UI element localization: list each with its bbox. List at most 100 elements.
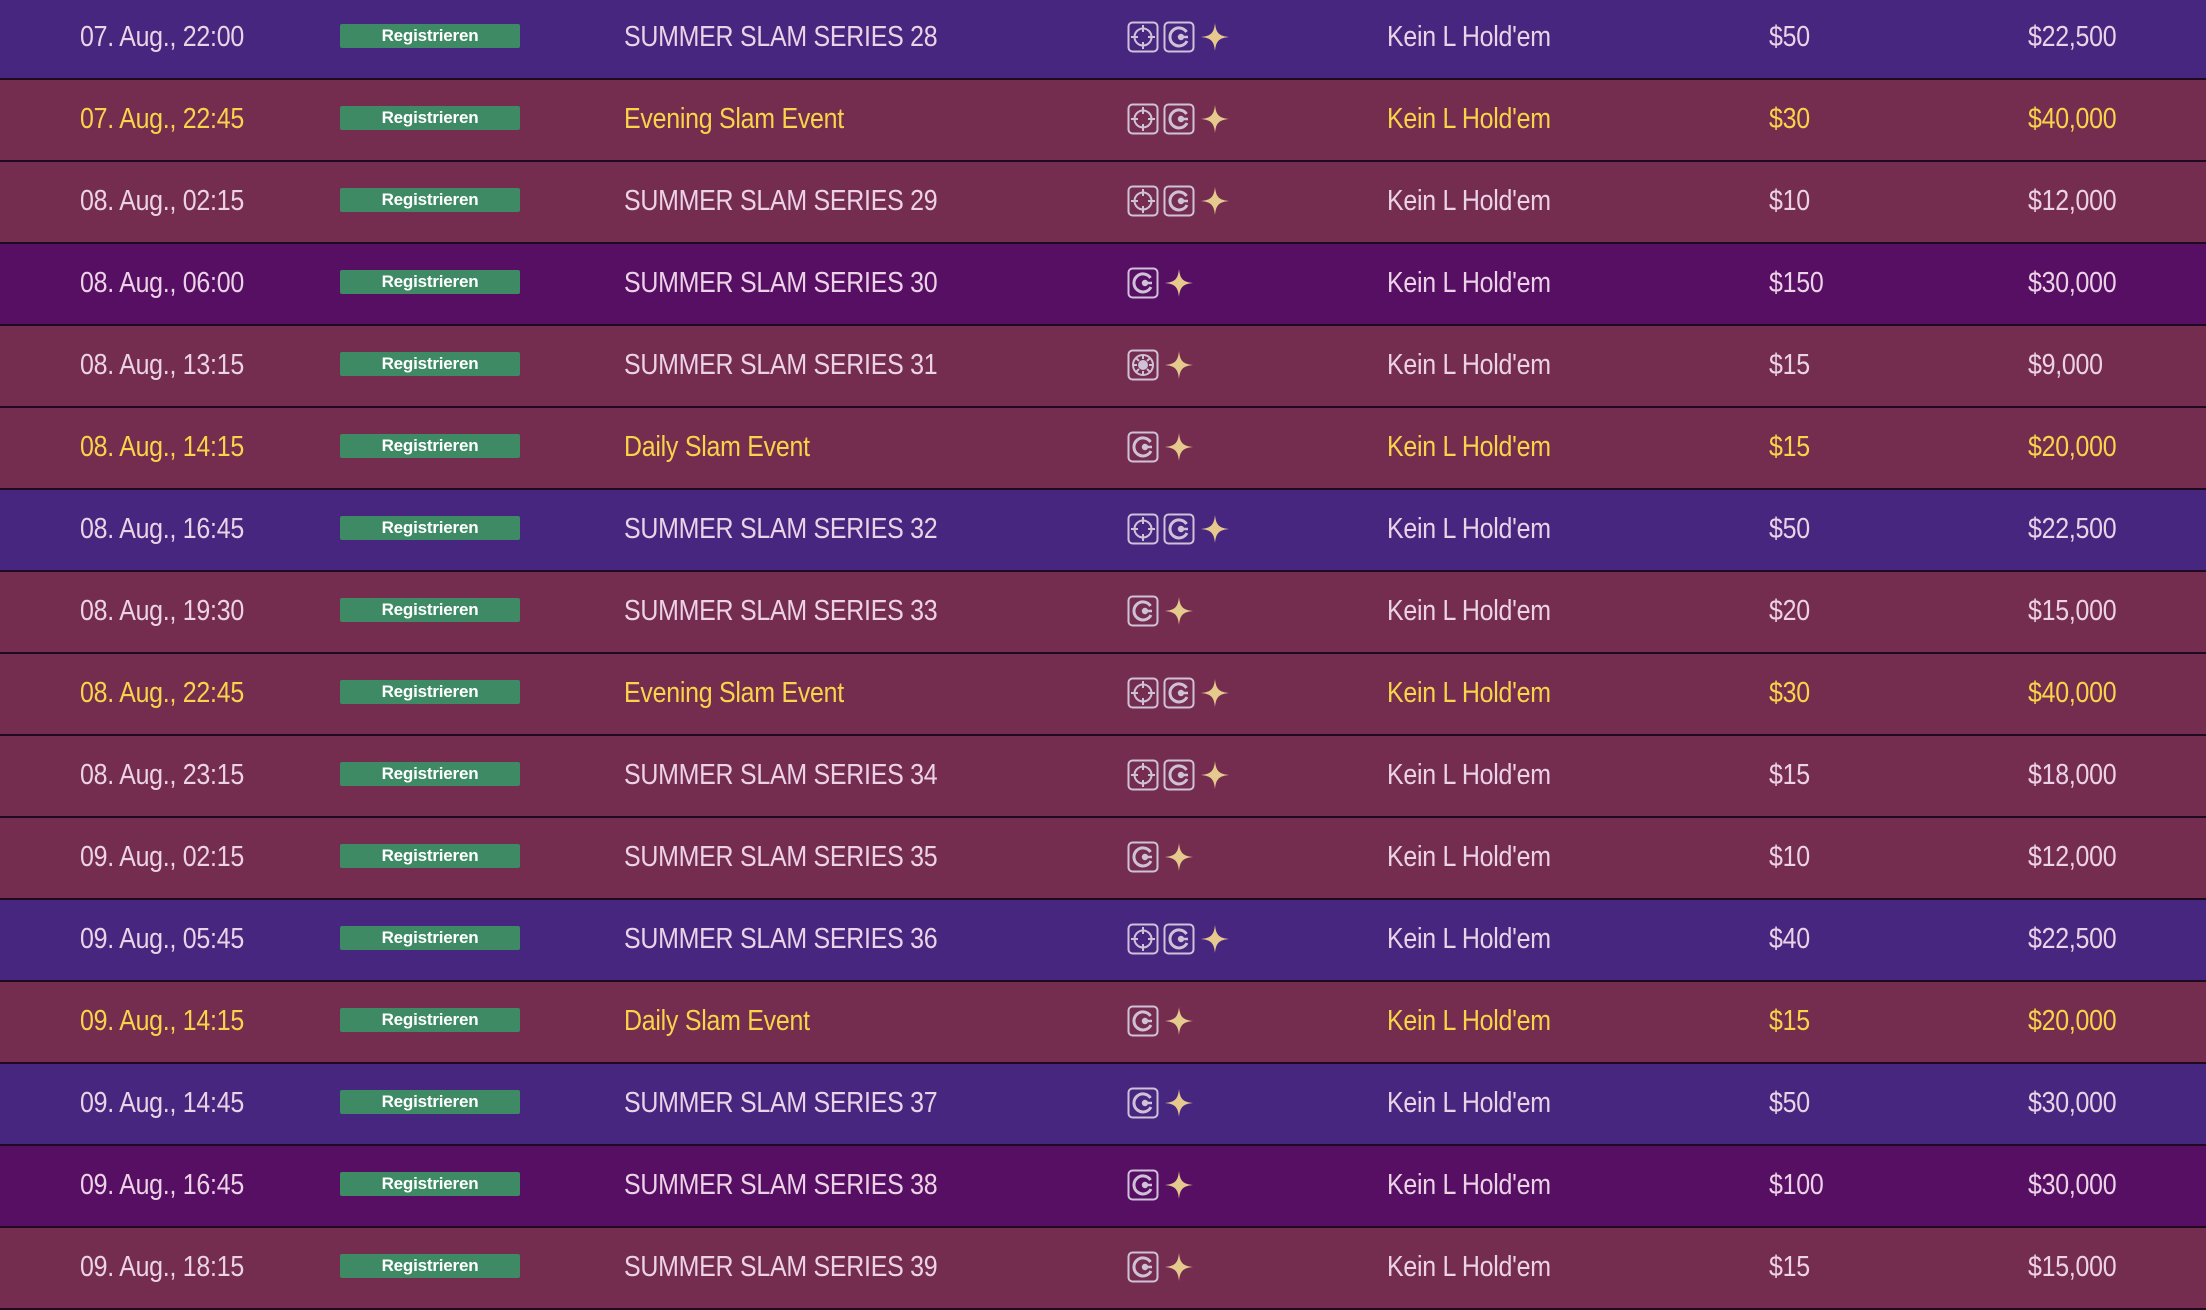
register-cell: Registrieren (340, 1254, 520, 1278)
bounty-icon (1127, 923, 1159, 955)
tournament-name[interactable]: SUMMER SLAM SERIES 38 (624, 1146, 938, 1224)
buy-in: $30 (1769, 103, 1810, 135)
tournament-name[interactable]: Evening Slam Event (624, 654, 844, 732)
tournament-row[interactable]: 07. Aug., 22:00 Registrieren SUMMER SLAM… (0, 0, 2206, 80)
bounty-icon (1127, 513, 1159, 545)
tournament-row[interactable]: 08. Aug., 02:15 Registrieren SUMMER SLAM… (0, 162, 2206, 244)
game-type: Kein L Hold'em (1387, 595, 1551, 627)
game-type: Kein L Hold'em (1387, 349, 1551, 381)
tournament-feature-icons (1127, 348, 1195, 382)
buy-in: $15 (1769, 1251, 1810, 1283)
replay-icon (1127, 1169, 1159, 1201)
star-icon (1163, 595, 1195, 627)
register-button[interactable]: Registrieren (340, 1090, 520, 1114)
tournament-name[interactable]: SUMMER SLAM SERIES 28 (624, 0, 938, 76)
register-button[interactable]: Registrieren (340, 352, 520, 376)
guaranteed-prize: $30,000 (2028, 267, 2117, 299)
game-type: Kein L Hold'em (1387, 267, 1551, 299)
tournament-row[interactable]: 07. Aug., 22:45 Registrieren Evening Sla… (0, 80, 2206, 162)
register-cell: Registrieren (340, 598, 520, 622)
tournament-row[interactable]: 09. Aug., 05:45 Registrieren SUMMER SLAM… (0, 900, 2206, 982)
tournament-name[interactable]: SUMMER SLAM SERIES 32 (624, 490, 938, 568)
register-button[interactable]: Registrieren (340, 844, 520, 868)
replay-icon (1163, 759, 1195, 791)
buy-in: $40 (1769, 923, 1810, 955)
buy-in: $20 (1769, 595, 1810, 627)
game-type: Kein L Hold'em (1387, 103, 1551, 135)
start-time: 09. Aug., 02:15 (80, 841, 244, 873)
bounty-icon (1127, 103, 1159, 135)
tournament-name[interactable]: SUMMER SLAM SERIES 39 (624, 1228, 938, 1306)
register-button[interactable]: Registrieren (340, 1008, 520, 1032)
tournament-row[interactable]: 09. Aug., 14:15 Registrieren Daily Slam … (0, 982, 2206, 1064)
tournament-name[interactable]: Daily Slam Event (624, 408, 810, 486)
star-icon (1199, 513, 1231, 545)
buy-in: $10 (1769, 185, 1810, 217)
register-button[interactable]: Registrieren (340, 598, 520, 622)
start-time: 09. Aug., 14:15 (80, 1005, 244, 1037)
star-icon (1199, 677, 1231, 709)
register-button[interactable]: Registrieren (340, 106, 520, 130)
start-time: 09. Aug., 14:45 (80, 1087, 244, 1119)
tournament-name[interactable]: SUMMER SLAM SERIES 34 (624, 736, 938, 814)
tournament-row[interactable]: 08. Aug., 16:45 Registrieren SUMMER SLAM… (0, 490, 2206, 572)
star-icon (1163, 1251, 1195, 1283)
start-time: 09. Aug., 18:15 (80, 1251, 244, 1283)
tournament-name[interactable]: SUMMER SLAM SERIES 35 (624, 818, 938, 896)
register-button[interactable]: Registrieren (340, 434, 520, 458)
tournament-row[interactable]: 08. Aug., 23:15 Registrieren SUMMER SLAM… (0, 736, 2206, 818)
tournament-row[interactable]: 09. Aug., 14:45 Registrieren SUMMER SLAM… (0, 1064, 2206, 1146)
guaranteed-prize: $22,500 (2028, 923, 2117, 955)
register-button[interactable]: Registrieren (340, 188, 520, 212)
star-icon (1163, 841, 1195, 873)
register-button[interactable]: Registrieren (340, 1172, 520, 1196)
tournament-row[interactable]: 08. Aug., 14:15 Registrieren Daily Slam … (0, 408, 2206, 490)
buy-in: $100 (1769, 1169, 1824, 1201)
guaranteed-prize: $12,000 (2028, 841, 2117, 873)
star-icon (1163, 431, 1195, 463)
tournament-feature-icons (1127, 1004, 1195, 1038)
tournament-name[interactable]: SUMMER SLAM SERIES 33 (624, 572, 938, 650)
game-type: Kein L Hold'em (1387, 185, 1551, 217)
star-icon (1199, 21, 1231, 53)
buy-in: $50 (1769, 513, 1810, 545)
tournament-name[interactable]: Daily Slam Event (624, 982, 810, 1060)
tournament-feature-icons (1127, 922, 1231, 956)
buy-in: $30 (1769, 677, 1810, 709)
tournament-row[interactable]: 09. Aug., 18:15 Registrieren SUMMER SLAM… (0, 1228, 2206, 1310)
register-button[interactable]: Registrieren (340, 24, 520, 48)
register-button[interactable]: Registrieren (340, 926, 520, 950)
star-icon (1163, 1005, 1195, 1037)
start-time: 08. Aug., 14:15 (80, 431, 244, 463)
game-type: Kein L Hold'em (1387, 1169, 1551, 1201)
register-button[interactable]: Registrieren (340, 270, 520, 294)
game-type: Kein L Hold'em (1387, 21, 1551, 53)
star-icon (1199, 923, 1231, 955)
tournament-row[interactable]: 08. Aug., 13:15 Registrieren SUMMER SLAM… (0, 326, 2206, 408)
register-cell: Registrieren (340, 270, 520, 294)
replay-icon (1163, 513, 1195, 545)
register-cell: Registrieren (340, 516, 520, 540)
tournament-row[interactable]: 08. Aug., 19:30 Registrieren SUMMER SLAM… (0, 572, 2206, 654)
tournament-name[interactable]: SUMMER SLAM SERIES 30 (624, 244, 938, 322)
tournament-name[interactable]: SUMMER SLAM SERIES 29 (624, 162, 938, 240)
register-button[interactable]: Registrieren (340, 516, 520, 540)
tournament-feature-icons (1127, 676, 1231, 710)
guaranteed-prize: $40,000 (2028, 677, 2117, 709)
tournament-row[interactable]: 08. Aug., 06:00 Registrieren SUMMER SLAM… (0, 244, 2206, 326)
start-time: 07. Aug., 22:45 (80, 103, 244, 135)
register-cell: Registrieren (340, 1008, 520, 1032)
tournament-row[interactable]: 09. Aug., 02:15 Registrieren SUMMER SLAM… (0, 818, 2206, 900)
tournament-row[interactable]: 09. Aug., 16:45 Registrieren SUMMER SLAM… (0, 1146, 2206, 1228)
tournament-name[interactable]: Evening Slam Event (624, 80, 844, 158)
tournament-name[interactable]: SUMMER SLAM SERIES 36 (624, 900, 938, 978)
tournament-row[interactable]: 08. Aug., 22:45 Registrieren Evening Sla… (0, 654, 2206, 736)
register-button[interactable]: Registrieren (340, 762, 520, 786)
register-button[interactable]: Registrieren (340, 1254, 520, 1278)
tournament-name[interactable]: SUMMER SLAM SERIES 37 (624, 1064, 938, 1142)
register-cell: Registrieren (340, 188, 520, 212)
game-type: Kein L Hold'em (1387, 759, 1551, 791)
register-button[interactable]: Registrieren (340, 680, 520, 704)
tournament-name[interactable]: SUMMER SLAM SERIES 31 (624, 326, 938, 404)
guaranteed-prize: $30,000 (2028, 1087, 2117, 1119)
